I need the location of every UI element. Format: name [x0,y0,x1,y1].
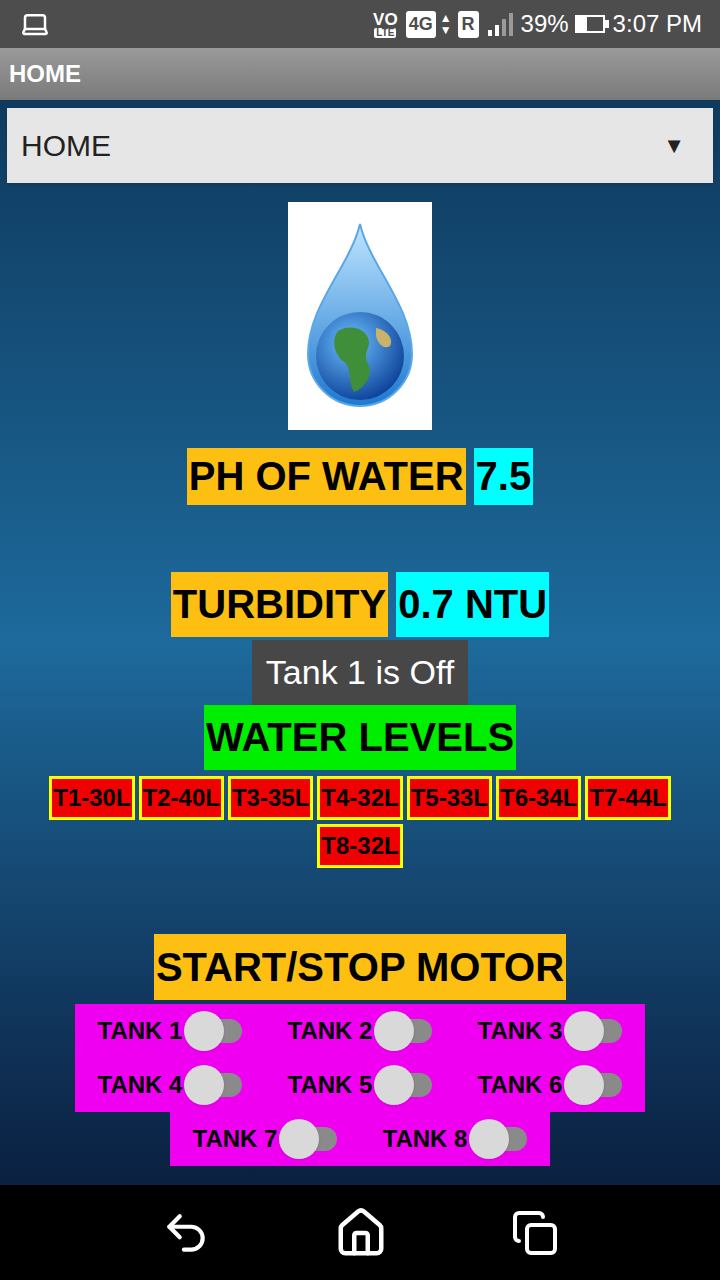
app-screen: VOLTE 4G▲▼R 39% 3:07 PM HOME HOME▼ PH OF WATER… [0,0,720,1280]
tank-switch[interactable]: TANK 1 [75,1004,265,1058]
tank-level: T5-33L [407,776,492,820]
tank-level: T4-32L [317,776,402,820]
motor-switch[interactable] [374,1065,432,1105]
motor-switch[interactable] [184,1065,242,1105]
tank-level: T2-40L [139,776,224,820]
volte-badge: VOLTE [373,11,398,38]
turbidity-row: TURBIDITY0.7 NTU [171,572,549,637]
tank-levels: T1-30LT2-40LT3-35LT4-32LT5-33LT6-34LT7-4… [30,776,690,868]
data-arrows-icon: ▲▼ [440,12,452,36]
home-content: HOME▼ PH OF WATER7.5 TURBIDITY0.7 NTUTank … [0,100,720,1185]
page-dropdown[interactable]: HOME▼ [7,108,713,183]
tank-switch[interactable]: TANK 4 [75,1058,265,1112]
battery-percent: 39% [521,6,569,42]
motor-switch[interactable] [469,1119,527,1159]
status-bar: VOLTE 4G▲▼R 39% 3:07 PM [0,0,720,48]
tank-switch[interactable]: TANK 3 [455,1004,645,1058]
motor-switch[interactable] [564,1065,622,1105]
caret-icon: ▼ [663,129,699,162]
clock: 3:07 PM [613,6,702,42]
tank-level: T7-44L [585,776,670,820]
motor-label: START/STOP MOTOR [154,934,566,1000]
laptop-icon [18,9,52,39]
signal-icon [487,11,513,37]
battery-icon [575,15,605,33]
motor-switch[interactable] [184,1011,242,1051]
tank-switch[interactable]: TANK 8 [360,1112,550,1166]
tank-switch[interactable]: TANK 2 [265,1004,455,1058]
motor-switches: TANK 1TANK 2TANK 3TANK 4TANK 5TANK 6TANK… [75,1004,645,1166]
tank-level: T6-34L [496,776,581,820]
roaming-badge: R [458,11,479,38]
ph-row: PH OF WATER7.5 [187,448,533,505]
network-badge: 4G [406,11,436,38]
back-icon[interactable] [161,1208,211,1258]
water-drop-globe-icon [298,216,422,416]
tank-switch[interactable]: TANK 6 [455,1058,645,1112]
tank-level: T8-32L [317,824,402,868]
water-levels-label: WATER LEVELS [204,705,516,770]
water-logo [288,202,432,430]
motor-switch[interactable] [564,1011,622,1051]
tank-level: T1-30L [49,776,134,820]
tank-switch[interactable]: TANK 7 [170,1112,360,1166]
recent-apps-icon[interactable] [511,1209,559,1257]
home-icon[interactable] [334,1206,388,1260]
tank-switch[interactable]: TANK 5 [265,1058,455,1112]
motor-switch[interactable] [279,1119,337,1159]
title-bar: HOME [0,48,720,100]
motor-switch[interactable] [374,1011,432,1051]
toast: Tank 1 is Off [252,640,468,705]
tank-level: T3-35L [228,776,313,820]
nav-bar [0,1185,720,1280]
